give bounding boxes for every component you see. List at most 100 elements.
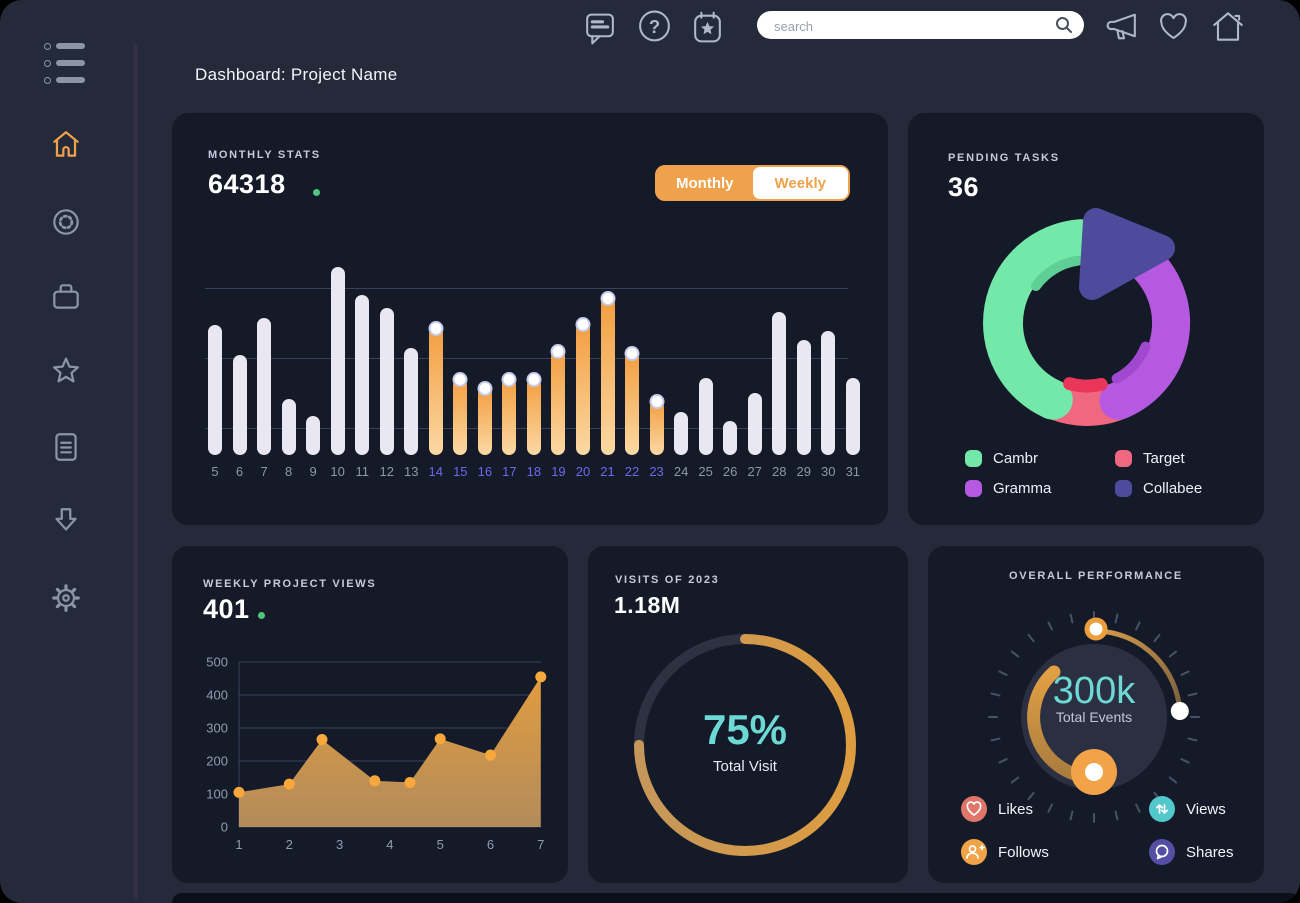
x-tick-label: 16	[478, 464, 492, 479]
weekly-views-area-chart: 01002003004005001234567	[172, 546, 568, 883]
card-label: OVERALL PERFORMANCE	[928, 570, 1264, 582]
sidebar-item-home[interactable]	[49, 128, 83, 162]
legend-label: Cambr	[993, 450, 1038, 467]
sidebar-separator	[133, 44, 138, 899]
bar	[478, 387, 492, 455]
monthly-stats-value: 64318	[208, 169, 286, 200]
bar-column: 17	[502, 263, 516, 455]
visits-percent: 75%	[588, 706, 902, 754]
bar-column: 22	[625, 263, 639, 455]
x-tick-label: 1	[235, 837, 242, 852]
gauge-tick	[1181, 759, 1188, 762]
x-tick-label: 5	[437, 837, 444, 852]
bar-column: 31	[846, 263, 860, 455]
bar	[576, 323, 590, 455]
gauge-tick	[1136, 622, 1139, 629]
search-input[interactable]	[772, 11, 1046, 41]
bar-marker	[453, 372, 468, 387]
x-tick-label: 21	[600, 464, 614, 479]
gauge-tick	[1012, 777, 1018, 782]
bar	[282, 399, 296, 455]
sidebar-item-downloads[interactable]	[49, 505, 83, 539]
legend-swatch	[965, 480, 982, 497]
y-tick-label: 500	[206, 655, 228, 670]
bar	[331, 267, 345, 455]
app-window: ? Dashboard: Project Name MONTHLY S	[0, 0, 1300, 903]
bar-column: 9	[306, 263, 320, 455]
bar-column: 29	[797, 263, 811, 455]
sidebar-item-settings[interactable]	[49, 581, 83, 615]
sidebar-item-documents[interactable]	[49, 430, 83, 464]
donut-legend: CambrTargetGrammaCollabee	[965, 450, 1235, 497]
bar	[551, 350, 565, 455]
sidebar-item-favorites[interactable]	[49, 355, 83, 389]
x-tick-label: 18	[527, 464, 541, 479]
card-label: PENDING TASKS	[948, 152, 1060, 164]
toggle-weekly-button[interactable]: Weekly	[753, 167, 849, 199]
legend-label: Gramma	[993, 480, 1051, 497]
bar-column: 15	[453, 263, 467, 455]
bar-marker	[477, 381, 492, 396]
bar	[527, 378, 541, 455]
gauge-value: 300k	[928, 670, 1260, 713]
bar-column: 12	[380, 263, 394, 455]
x-tick-label: 15	[453, 464, 467, 479]
data-point	[485, 750, 496, 761]
legend-swatch	[965, 450, 982, 467]
sidebar-item-projects[interactable]	[49, 280, 83, 314]
bar-column: 28	[772, 263, 786, 455]
messages-button[interactable]	[581, 7, 618, 47]
bar-column: 23	[650, 263, 664, 455]
bar-marker	[502, 372, 517, 387]
bar	[306, 416, 320, 455]
bar	[625, 352, 639, 455]
help-button[interactable]: ?	[636, 7, 673, 47]
x-tick-label: 10	[330, 464, 344, 479]
bar-marker	[649, 394, 664, 409]
legend-label: Target	[1143, 450, 1185, 467]
pending-tasks-donut-chart	[967, 203, 1207, 443]
x-tick-label: 6	[487, 837, 494, 852]
bar-column: 14	[429, 263, 443, 455]
bar-marker	[428, 321, 443, 336]
x-tick-label: 30	[821, 464, 835, 479]
x-tick-label: 8	[285, 464, 292, 479]
bar	[257, 318, 271, 455]
bar-column: 18	[527, 263, 541, 455]
gauge-tick	[1029, 635, 1034, 641]
toggle-monthly-button[interactable]: Monthly	[657, 167, 753, 199]
events-button[interactable]	[689, 7, 726, 47]
bar-column: 16	[478, 263, 492, 455]
legend-label: Shares	[1186, 844, 1234, 861]
menu-dot	[44, 77, 51, 84]
sidebar-item-dashboard[interactable]	[49, 205, 83, 239]
pending-tasks-card: PENDING TASKS 36 CambrTargetGrammaCollab…	[908, 113, 1264, 525]
menu-list-icon[interactable]	[44, 42, 98, 84]
gauge-tick	[1170, 652, 1176, 657]
gauge-tick	[999, 759, 1006, 762]
dashboard-spinner-icon	[49, 205, 83, 239]
bar	[404, 348, 418, 455]
next-section-peek	[172, 893, 1300, 903]
announcements-button[interactable]	[1104, 7, 1141, 47]
x-tick-label: 31	[846, 464, 860, 479]
bar-column: 13	[404, 263, 418, 455]
search-bar	[757, 11, 1084, 39]
data-point	[369, 775, 380, 786]
gauge-top-marker[interactable]	[1087, 620, 1105, 638]
gauge-tick	[1154, 635, 1159, 641]
favorites-button[interactable]	[1155, 9, 1192, 49]
bar-column: 10	[331, 263, 345, 455]
bar	[821, 331, 835, 455]
gauge-knob[interactable]	[1071, 749, 1117, 795]
data-point	[284, 779, 295, 790]
x-tick-label: 14	[429, 464, 443, 479]
data-point	[535, 671, 546, 682]
bar	[453, 378, 467, 455]
x-tick-label: 22	[625, 464, 639, 479]
data-point	[435, 733, 446, 744]
home-button[interactable]	[1209, 7, 1246, 47]
x-tick-label: 12	[379, 464, 393, 479]
gauge-tick	[1116, 615, 1118, 623]
x-tick-label: 11	[355, 464, 369, 479]
